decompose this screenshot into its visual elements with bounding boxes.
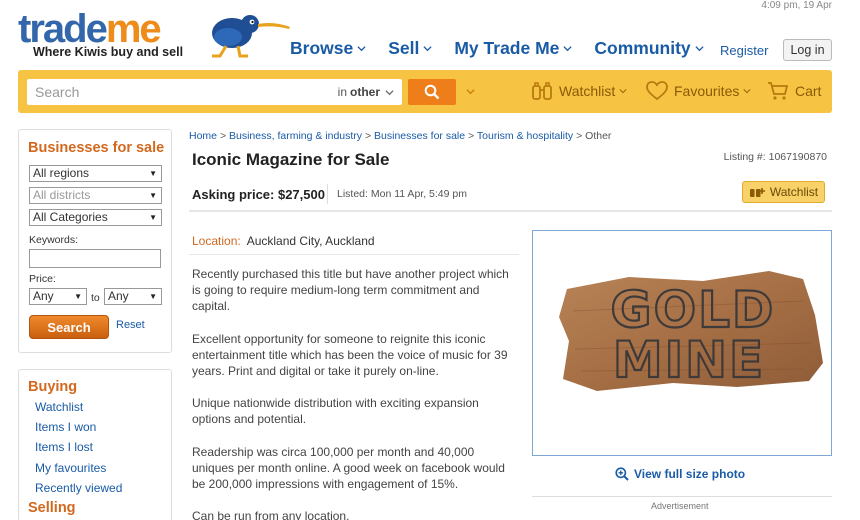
- sidebar-link-recently-viewed[interactable]: Recently viewed: [35, 481, 122, 495]
- location-divider: [189, 254, 519, 255]
- breadcrumb-business[interactable]: Business, farming & industry: [229, 130, 362, 142]
- breadcrumb-home[interactable]: Home: [189, 130, 217, 142]
- region-select[interactable]: All regions ▼: [29, 165, 162, 182]
- main-nav: Browse Sell My Trade Me Community: [290, 38, 726, 59]
- search-icon: [424, 84, 440, 100]
- sidebar-link-items-won[interactable]: Items I won: [35, 420, 96, 434]
- description-paragraph: Unique nationwide distribution with exci…: [192, 396, 479, 426]
- description-paragraph: Recently purchased this title but have a…: [192, 267, 509, 313]
- chevron-down-icon: [423, 46, 432, 52]
- price-from-select[interactable]: Any ▼: [29, 288, 87, 305]
- chevron-down-icon: [695, 46, 704, 52]
- my-trademe-panel: Buying Watchlist Items I won Items I los…: [18, 369, 172, 520]
- chevron-down-icon: [619, 89, 627, 94]
- zoom-in-icon: [615, 467, 629, 481]
- binoculars-icon: [532, 82, 552, 100]
- chevron-down-icon: [385, 89, 394, 95]
- sidebar-link-favourites[interactable]: My favourites: [35, 461, 106, 475]
- register-link[interactable]: Register: [720, 43, 768, 58]
- search-placeholder: Search: [35, 84, 80, 100]
- nav-browse[interactable]: Browse: [290, 38, 366, 59]
- watchlist-menu[interactable]: Watchlist: [531, 81, 627, 101]
- refine-search-panel: Businesses for sale All regions ▼ All dis…: [18, 129, 172, 353]
- binoculars-plus-icon: [749, 188, 765, 197]
- sidebar-link-watchlist[interactable]: Watchlist: [35, 400, 83, 414]
- favourites-menu[interactable]: Favourites: [646, 81, 751, 101]
- cart-icon: [768, 82, 789, 100]
- view-full-photo-link[interactable]: View full size photo: [615, 467, 745, 481]
- price-row: Asking price: $27,500 Listed: Mon 11 Apr…: [189, 178, 832, 212]
- description-paragraph: Readership was circa 100,000 per month a…: [192, 445, 505, 491]
- keywords-label: Keywords:: [29, 234, 79, 246]
- category-select[interactable]: All Categories ▼: [29, 209, 162, 226]
- buying-title: Buying: [28, 379, 78, 395]
- chevron-down-icon: [357, 46, 366, 52]
- reset-link[interactable]: Reset: [116, 319, 145, 331]
- gold-mine-sign-image: GOLD MINE: [559, 271, 823, 391]
- nav-sell[interactable]: Sell: [388, 38, 432, 59]
- advertisement-label: Advertisement: [651, 501, 709, 511]
- description-paragraph: Can be run from any location.: [192, 509, 350, 520]
- breadcrumb-tourism[interactable]: Tourism & hospitality: [477, 130, 573, 142]
- chevron-down-icon: [743, 89, 751, 94]
- search-button[interactable]: [408, 79, 456, 105]
- svg-text:MINE: MINE: [613, 331, 765, 389]
- keywords-input[interactable]: [29, 249, 161, 268]
- listed-date: Listed: Mon 11 Apr, 5:49 pm: [337, 188, 467, 200]
- ad-divider: [532, 496, 832, 497]
- price-divider: [327, 184, 328, 204]
- asking-price: Asking price: $27,500: [192, 187, 325, 202]
- search-bar: Search in other Watchlist Favourites Cart: [18, 70, 832, 113]
- location-value: Auckland City, Auckland: [246, 234, 375, 248]
- page-title: Iconic Magazine for Sale: [192, 150, 390, 169]
- selling-title: Selling: [28, 500, 76, 516]
- location: Location: Auckland City, Auckland: [192, 234, 375, 248]
- location-label: Location:: [192, 234, 241, 248]
- kiwi-bird-icon: [212, 15, 290, 58]
- listing-photo[interactable]: GOLD MINE: [532, 230, 832, 456]
- nav-community[interactable]: Community: [594, 38, 704, 59]
- search-input[interactable]: Search in other: [27, 79, 402, 105]
- trademe-logo[interactable]: trademe Where Kiwis buy and sell: [18, 7, 290, 68]
- logo-wordmark: trademe: [18, 7, 162, 51]
- nav-my-trade-me[interactable]: My Trade Me: [454, 38, 572, 59]
- breadcrumb-businesses-for-sale[interactable]: Businesses for sale: [374, 130, 465, 142]
- price-to-label: to: [91, 292, 100, 304]
- district-select[interactable]: All districts ▼: [29, 187, 162, 204]
- cart-link[interactable]: Cart: [767, 81, 821, 101]
- breadcrumb: Home > Business, farming & industry > Bu…: [189, 130, 612, 142]
- logo-tagline: Where Kiwis buy and sell: [33, 45, 184, 59]
- login-button[interactable]: Log in: [783, 39, 832, 61]
- breadcrumb-current: Other: [585, 130, 612, 142]
- current-time: 4:09 pm, 19 Apr: [761, 0, 832, 11]
- sidebar-link-items-lost[interactable]: Items I lost: [35, 440, 93, 454]
- price-label: Price:: [29, 273, 56, 285]
- chevron-down-icon: [563, 46, 572, 52]
- refine-search-button[interactable]: Search: [29, 315, 109, 339]
- listing-number: Listing #: 1067190870: [723, 151, 827, 163]
- description-paragraph: Excellent opportunity for someone to rei…: [192, 332, 508, 378]
- search-category-select[interactable]: in other: [338, 85, 394, 99]
- add-to-watchlist-button[interactable]: Watchlist: [742, 181, 825, 203]
- search-options-chevron-icon[interactable]: [465, 87, 476, 96]
- price-to-select[interactable]: Any ▼: [104, 288, 162, 305]
- heart-icon: [646, 81, 668, 101]
- sidebar-title: Businesses for sale: [28, 140, 165, 156]
